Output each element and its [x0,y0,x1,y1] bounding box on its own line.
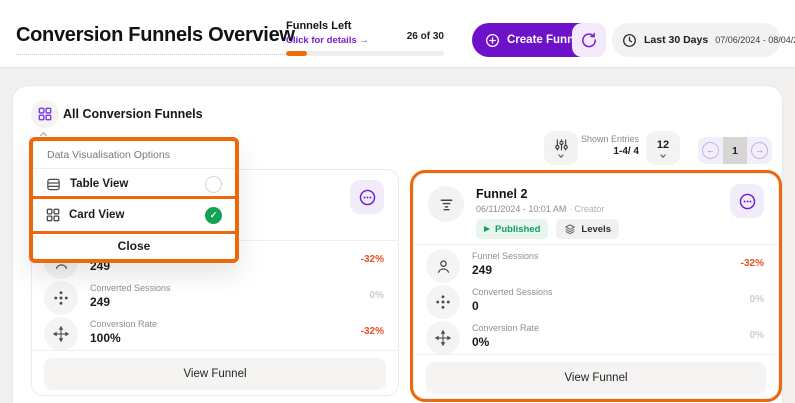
metric-funnel-sessions: Funnel Sessions 249 -32% [426,248,766,284]
shown-entries-label: Shown Entries [561,134,639,144]
ellipsis-circle-icon [738,192,757,211]
page-size-value: 12 [657,140,669,151]
metric-converted-sessions: Converted Sessions 0 0% [426,284,766,320]
prev-page-button[interactable]: ← [698,137,723,164]
metric-conversion-rate: Conversion Rate 0% 0% [426,320,766,356]
layers-icon [564,223,576,235]
funnels-left-label: Funnels Left [286,20,369,32]
plus-circle-icon [485,33,500,48]
status-badge: Published [476,219,548,239]
funnels-left-details-link[interactable]: Click for details → [286,35,369,46]
date-range-value: 07/06/2024 - 08/04/2024 [715,35,795,45]
delta-badge: -32% [361,326,384,337]
funnels-progress-fill [286,51,307,56]
play-icon [484,226,490,232]
view-options-trigger[interactable] [31,100,59,128]
date-range-picker[interactable]: Last 30 Days 07/06/2024 - 08/04/2024 [612,23,781,57]
ellipsis-circle-icon [358,188,377,207]
delta-badge: 0% [750,330,764,341]
page-size-select[interactable]: 12 [646,131,680,165]
view-funnel-button[interactable]: View Funnel [44,358,386,390]
funnels-progress-track [286,51,444,56]
radio-selected-check-icon[interactable]: ✓ [205,207,222,224]
refresh-icon [581,32,597,48]
nodes-icon [44,281,78,315]
pagination: ← 1 → [698,137,772,164]
current-page-button[interactable]: 1 [723,137,747,164]
shown-entries-value: 1-4/ 4 [561,146,639,157]
top-header: Conversion Funnels Overview Funnels Left… [0,0,795,68]
chevron-down-icon [660,152,666,158]
app-root: Conversion Funnels Overview Funnels Left… [0,0,795,403]
shown-entries: Shown Entries 1-4/ 4 [561,134,639,157]
grid-icon [46,208,60,222]
funnel-card-2: Funnel 2 06/11/2024 - 10:01 AM · Creator… [413,173,779,399]
delta-badge: -32% [741,258,764,269]
arrow-right-icon: → [751,142,768,159]
creator-label: · Creator [569,204,605,214]
date-preset-label: Last 30 Days [644,34,708,46]
option-table-view[interactable]: Table View [33,169,235,199]
grid-icon [38,107,52,121]
page-title: Conversion Funnels Overview [16,24,295,55]
badges-row: Published Levels [476,219,619,239]
delta-badge: -32% [361,254,384,265]
popup-title: Data Visualisation Options [33,141,235,168]
funnels-left-count: 26 of 30 [407,31,444,42]
delta-badge: 0% [750,294,764,305]
view-funnel-button[interactable]: View Funnel [426,362,766,394]
data-visualisation-popup: Data Visualisation Options Table View Ca… [29,137,239,263]
arrow-left-icon: ← [702,142,719,159]
popup-close-button[interactable]: Close [33,232,235,259]
next-page-button[interactable]: → [747,137,772,164]
move-arrows-icon [44,317,78,351]
funnels-left-widget: Funnels Left Click for details → 26 of 3… [286,20,444,56]
metric-converted-sessions: Converted Sessions 249 0% [44,280,386,316]
card-menu-button[interactable] [350,180,384,214]
funnel-icon [428,186,464,222]
levels-badge: Levels [556,219,619,239]
metric-conversion-rate: Conversion Rate 100% -32% [44,316,386,352]
refresh-button[interactable] [572,23,606,57]
person-icon [426,249,460,283]
funnel-title: Funnel 2 [476,187,527,201]
table-icon [46,177,61,192]
radio-unselected[interactable] [205,176,222,193]
section-title: All Conversion Funnels [63,107,203,121]
option-card-view[interactable]: Card View ✓ [33,199,235,231]
nodes-icon [426,285,460,319]
card-menu-button[interactable] [730,184,764,218]
clock-icon [622,33,637,48]
move-arrows-icon [426,321,460,355]
funnel-subtitle: 06/11/2024 - 10:01 AM · Creator [476,204,604,214]
delta-badge: 0% [370,290,384,301]
